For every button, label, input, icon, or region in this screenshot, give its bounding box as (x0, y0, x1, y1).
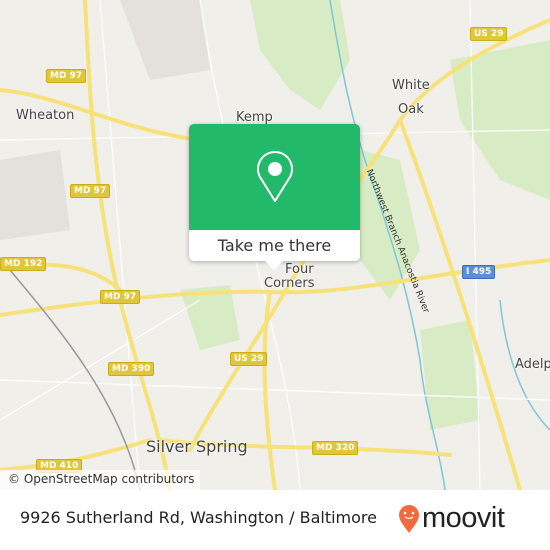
route-shield: MD 390 (108, 362, 155, 376)
place-label-adelphi: Adelphi (515, 357, 550, 372)
moovit-logo[interactable]: moovit (398, 502, 505, 535)
footer-bar: 9926 Sutherland Rd, Washington / Baltimo… (0, 490, 550, 550)
place-label-silver-spring: Silver Spring (146, 437, 248, 456)
popup-header (189, 124, 360, 230)
place-label-wheaton: Wheaton (16, 108, 75, 123)
route-shield: US 29 (470, 27, 508, 41)
place-label-four: Four (285, 262, 314, 277)
take-me-there-popup[interactable]: Take me there (189, 124, 360, 270)
attribution[interactable]: © OpenStreetMap contributors (0, 470, 201, 490)
address-label: 9926 Sutherland Rd, Washington / Baltimo… (20, 508, 377, 527)
place-label-corners: Corners (264, 276, 315, 291)
popup-tail (265, 261, 283, 270)
route-shield: MD 97 (46, 69, 87, 83)
route-shield: US 29 (230, 352, 268, 366)
route-shield: MD 320 (312, 441, 359, 455)
moovit-pin-icon (399, 504, 419, 533)
route-shield: MD 192 (0, 257, 47, 271)
place-label-oak: Oak (398, 102, 424, 117)
moovit-wordmark: moovit (422, 502, 505, 534)
route-shield: I 495 (462, 265, 496, 279)
map-pin-icon (256, 151, 293, 202)
take-me-there-button[interactable]: Take me there (189, 230, 360, 261)
route-shield: MD 97 (100, 290, 141, 304)
place-label-kemp: Kemp (236, 110, 273, 125)
place-label-white: White (392, 78, 430, 93)
route-shield: MD 97 (70, 184, 111, 198)
map[interactable]: Wheaton Kemp White Oak Four Corners Silv… (0, 0, 550, 492)
